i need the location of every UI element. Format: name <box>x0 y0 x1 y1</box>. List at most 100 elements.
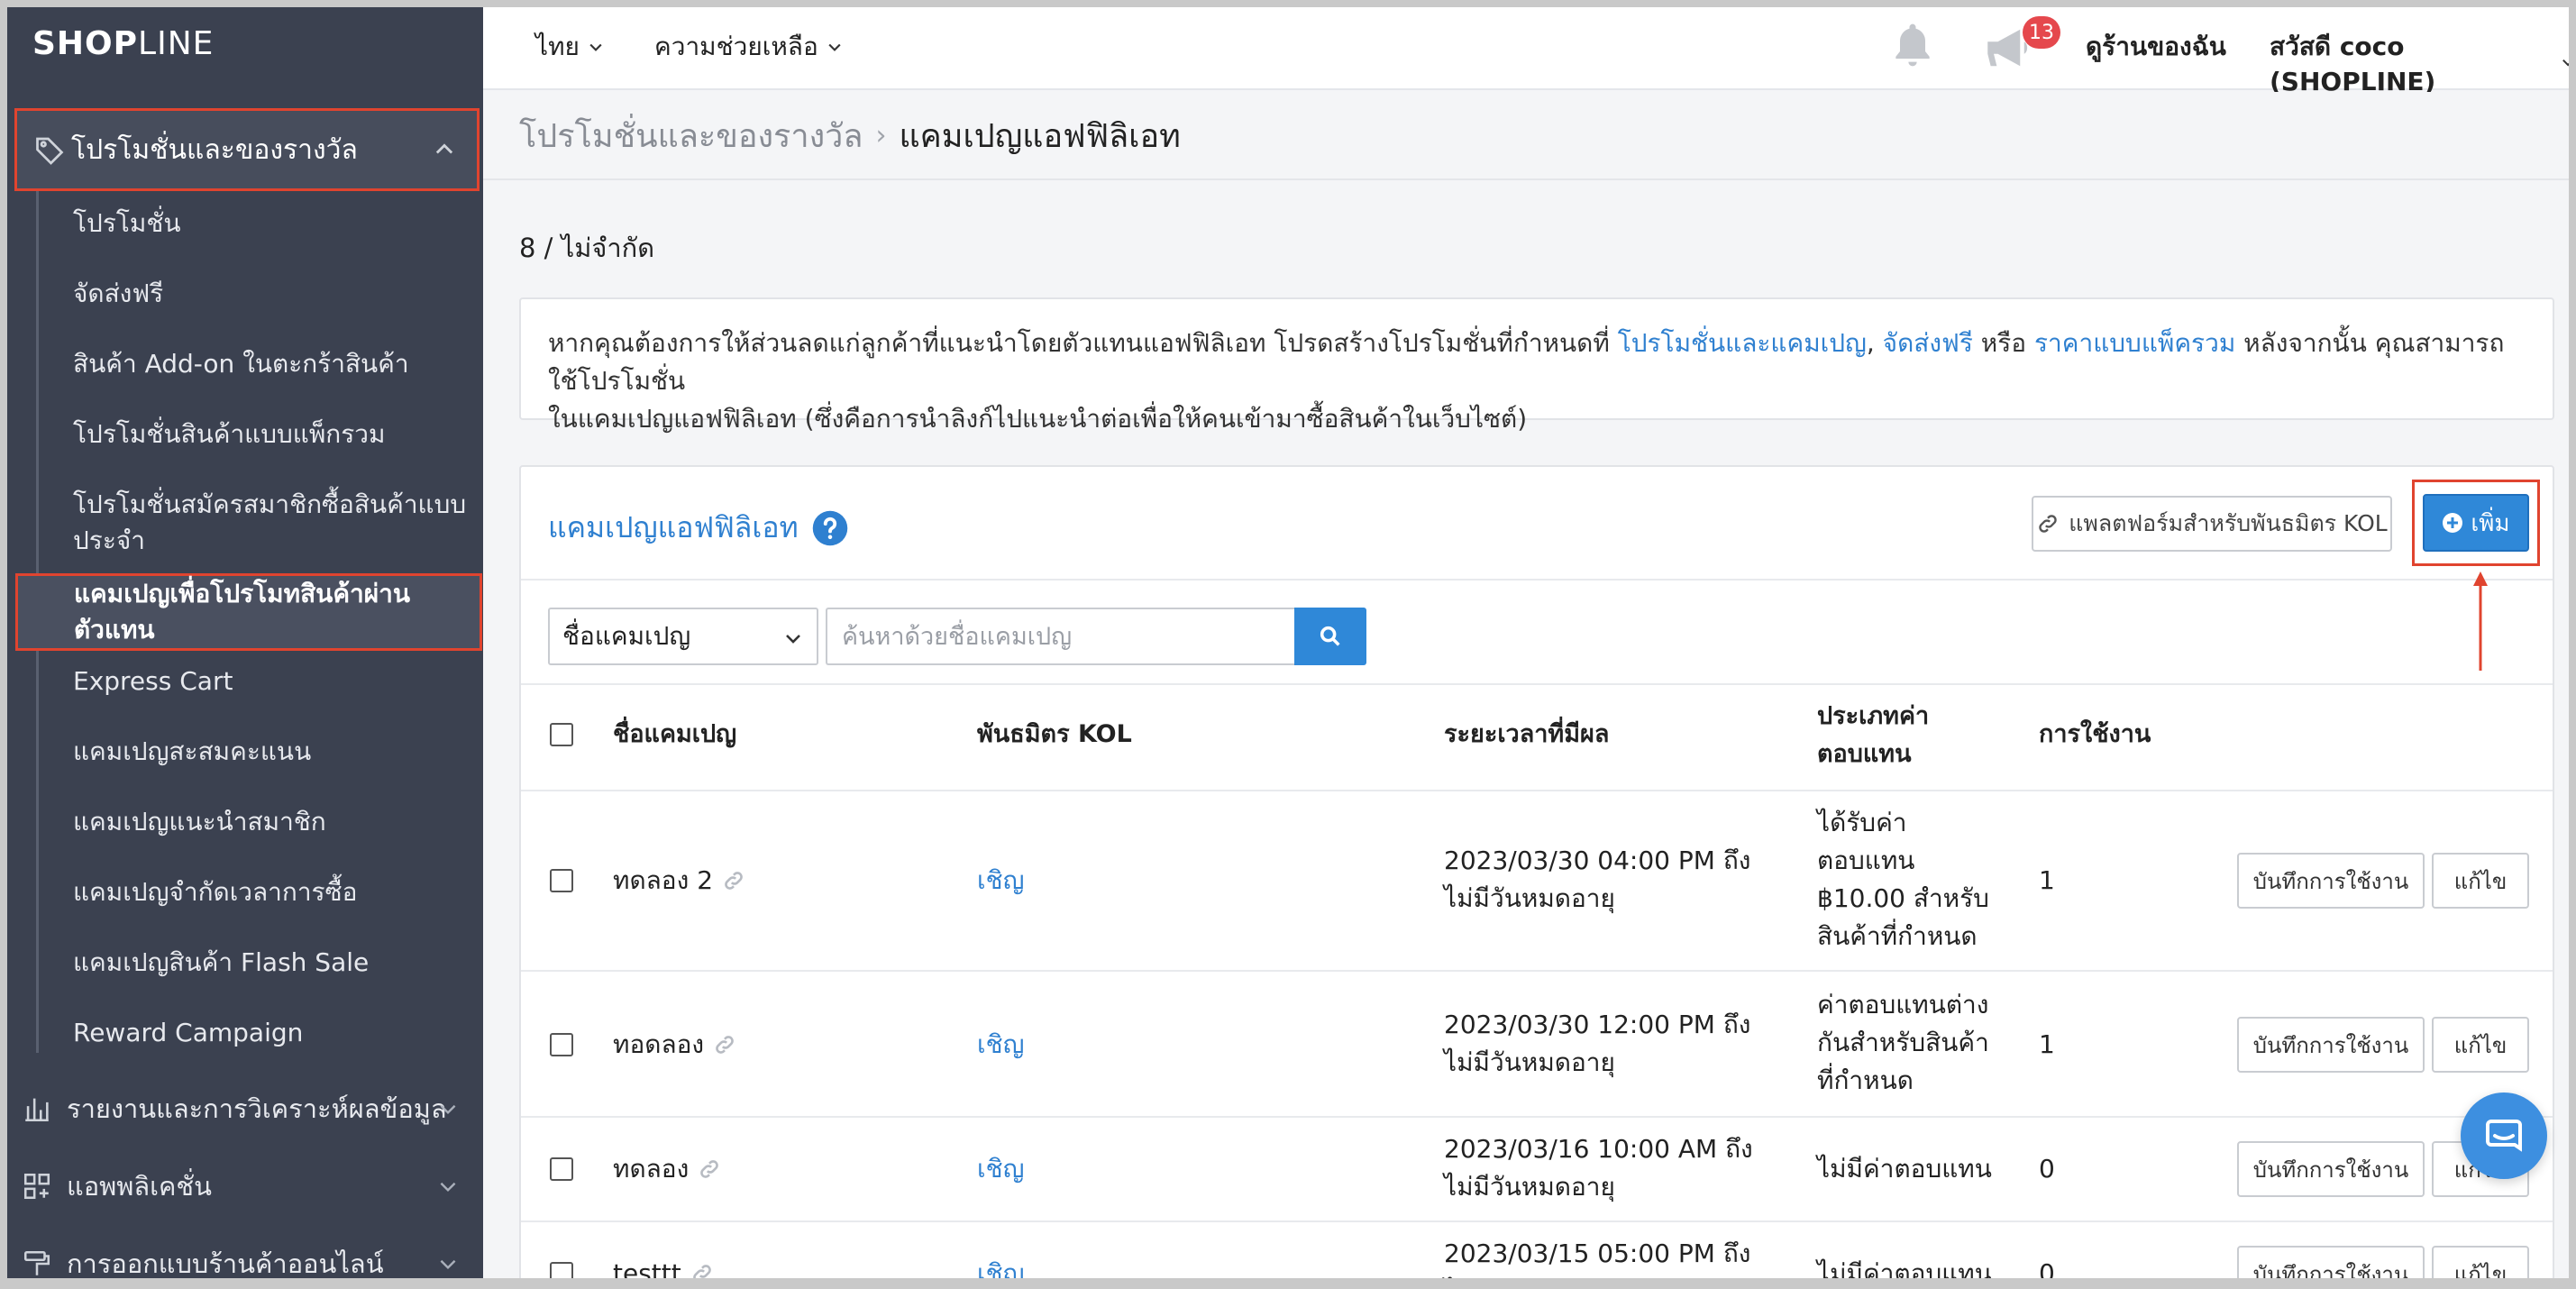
sidebar: SHOPLINE โปรโมชั่นและของรางวัล โปรโมชั่น… <box>0 0 483 1289</box>
chevron-up-icon <box>435 143 453 154</box>
kol-invite-link[interactable]: เชิญ <box>977 1026 1024 1064</box>
reward-line: ตอบแทน <box>1817 846 1915 875</box>
search-icon <box>1320 626 1340 646</box>
sidebar-item-affiliate[interactable]: แคมเปญเพื่อโปรโมทสินค้าผ่านตัวแทน <box>15 573 482 651</box>
add-label: เพิ่ม <box>2471 509 2510 537</box>
period-start: 2023/03/16 10:00 AM ถึง <box>1444 1134 1753 1164</box>
table-divider <box>521 1116 2553 1118</box>
row-checkbox[interactable] <box>550 869 573 892</box>
reward-type: ไม่มีค่าตอบแทน <box>1817 1154 1992 1184</box>
link-icon[interactable] <box>713 1033 736 1056</box>
chevron-down-icon <box>440 1259 456 1270</box>
usage-log-button[interactable]: บันทึกการใช้งาน <box>2237 1017 2425 1073</box>
link-icon[interactable] <box>722 869 745 892</box>
usage-count: 1 <box>2039 1029 2055 1059</box>
sidebar-item-affiliate-label: แคมเปญเพื่อโปรโมทสินค้าผ่านตัวแทน <box>74 579 411 644</box>
sidebar-item-bundle[interactable]: โปรโมชั่นสินค้าแบบแพ็กรวม <box>39 416 482 453</box>
chevron-down-icon <box>440 1104 456 1115</box>
language-dropdown[interactable]: ไทย <box>535 27 605 67</box>
usage-log-button[interactable]: บันทึกการใช้งาน <box>2237 1141 2425 1197</box>
bell-icon[interactable] <box>1887 20 1938 70</box>
info-comma: , <box>1866 328 1883 358</box>
sidebar-item-subscription[interactable]: โปรโมชั่นสมัครสมาชิกซื้อสินค้าแบบประจำ <box>39 487 471 559</box>
edit-button[interactable]: แก้ไข <box>2432 1017 2529 1073</box>
add-campaign-button[interactable]: เพิ่ม <box>2423 494 2529 552</box>
sidebar-item-referral[interactable]: แคมเปญแนะนำสมาชิก <box>39 804 482 840</box>
validity-period: 2023/03/30 04:00 PM ถึง ไม่มีวันหมดอายุ <box>1444 842 1750 918</box>
sidebar-item-points[interactable]: แคมเปญสะสมคะแนน <box>39 734 482 770</box>
campaign-name: ทดลอง 2 <box>613 862 745 900</box>
row-checkbox[interactable] <box>550 1262 573 1285</box>
kol-invite-link[interactable]: เชิญ <box>977 862 1024 900</box>
link-icon[interactable] <box>698 1157 721 1181</box>
reward-type: ได้รับค่า ตอบแทน ฿10.00 สำหรับ สินค้าที่… <box>1817 804 1989 955</box>
chevron-down-icon <box>828 43 841 51</box>
search-input[interactable] <box>826 608 1294 665</box>
search-button[interactable] <box>1294 608 1366 665</box>
filter-select[interactable]: ชื่อแคมเปญ <box>548 608 818 665</box>
breadcrumb-parent[interactable]: โปรโมชั่นและของรางวัล <box>519 110 863 161</box>
sidebar-item-limited-time[interactable]: แคมเปญจำกัดเวลาการซื้อ <box>39 874 482 910</box>
affiliate-campaign-card: แคมเปญแอฟฟิลิเอท แพลตฟอร์มสำหรับพันธมิตร… <box>519 465 2554 1289</box>
column-header-period[interactable]: ระยะเวลาที่มีผล <box>1444 716 1609 754</box>
link-icon[interactable] <box>690 1262 714 1285</box>
campaign-name: testtt <box>613 1255 714 1289</box>
chevron-down-icon <box>440 1182 456 1193</box>
kol-invite-link[interactable]: เชิญ <box>977 1255 1024 1289</box>
sidebar-section-design[interactable]: การออกแบบร้านค้าออนไลน์ <box>14 1228 480 1289</box>
column-header-reward-type[interactable]: ประเภทค่า ตอบแทน <box>1817 698 1929 773</box>
free-shipping-link[interactable]: จัดส่งฟรี <box>1883 328 1973 358</box>
shopline-logo[interactable]: SHOPLINE <box>32 25 214 62</box>
edit-button[interactable]: แก้ไข <box>2432 853 2529 909</box>
period-start: 2023/03/30 04:00 PM ถึง <box>1444 846 1751 875</box>
chat-icon <box>2486 1120 2522 1152</box>
help-label: ความช่วยเหลือ <box>654 32 818 61</box>
filter-selected-value: ชื่อแคมเปญ <box>562 621 691 651</box>
sidebar-item-addon[interactable]: สินค้า Add-on ในตะกร้าสินค้า <box>39 346 482 382</box>
paint-roller-icon <box>23 1250 50 1275</box>
period-end: ไม่มีวันหมดอายุ <box>1444 1273 1750 1289</box>
reward-line: ค่าตอบแทนต่าง <box>1817 990 1989 1019</box>
column-header-name[interactable]: ชื่อแคมเปญ <box>613 716 736 754</box>
view-my-store-link[interactable]: ดูร้านของฉัน <box>2086 27 2226 67</box>
info-line-1: หากคุณต้องการให้ส่วนลดแก่ลูกค้าที่แนะนำโ… <box>548 325 2526 400</box>
chat-support-button[interactable] <box>2461 1092 2547 1179</box>
reward-line: กันสำหรับสินค้า <box>1817 1028 1989 1057</box>
sidebar-section-reports-label: รายงานและการวิเคราะห์ผลข้อมูล <box>67 1093 447 1124</box>
column-header-reward-type-line2: ตอบแทน <box>1817 740 1912 768</box>
sidebar-item-free-shipping[interactable]: จัดส่งฟรี <box>39 276 482 312</box>
user-menu-dropdown[interactable]: สวัสดี coco (SHOPLINE) <box>2270 27 2576 96</box>
sidebar-section-design-label: การออกแบบร้านค้าออนไลน์ <box>67 1248 384 1279</box>
edit-button[interactable]: แก้ไข <box>2432 1246 2529 1289</box>
kol-invite-link[interactable]: เชิญ <box>977 1150 1024 1188</box>
top-bar: ไทย ความช่วยเหลือ 13 ดูร้านของฉัน สวัสดี… <box>483 0 2576 96</box>
question-circle-icon[interactable] <box>811 509 849 547</box>
row-checkbox[interactable] <box>550 1157 573 1181</box>
sidebar-section-apps[interactable]: แอพพลิเคชั่น <box>14 1150 480 1222</box>
bundle-price-link[interactable]: ราคาแบบแพ็ครวม <box>2034 328 2235 358</box>
column-header-usage[interactable]: การใช้งาน <box>2039 716 2151 754</box>
card-divider <box>521 683 2553 685</box>
sidebar-item-flash-sale[interactable]: แคมเปญสินค้า Flash Sale <box>39 945 482 981</box>
row-checkbox[interactable] <box>550 1033 573 1056</box>
sidebar-section-promotions[interactable]: โปรโมชั่นและของรางวัล <box>14 108 480 191</box>
promotions-campaign-link[interactable]: โปรโมชั่นและแคมเปญ <box>1618 328 1867 358</box>
usage-log-button[interactable]: บันทึกการใช้งาน <box>2237 1246 2425 1289</box>
sidebar-section-reports[interactable]: รายงานและการวิเคราะห์ผลข้อมูล <box>14 1073 480 1145</box>
help-dropdown[interactable]: ความช่วยเหลือ <box>654 27 844 67</box>
sidebar-item-reward-campaign[interactable]: Reward Campaign <box>39 1015 482 1051</box>
sidebar-item-promotions[interactable]: โปรโมชั่น <box>39 206 482 242</box>
usage-count: 0 <box>2039 1258 2055 1288</box>
language-label: ไทย <box>535 32 580 61</box>
kol-platform-button[interactable]: แพลตฟอร์มสำหรับพันธมิตร KOL <box>2032 496 2392 552</box>
sidebar-item-express-cart[interactable]: Express Cart <box>39 663 482 699</box>
reward-line: ที่กำหนด <box>1817 1065 1914 1095</box>
usage-log-button[interactable]: บันทึกการใช้งาน <box>2237 853 2425 909</box>
period-end: ไม่มีวันหมดอายุ <box>1444 1047 1615 1077</box>
card-title-label: แคมเปญแอฟฟิลิเอท <box>548 510 799 544</box>
select-all-checkbox[interactable] <box>550 723 573 746</box>
usage-count: 0 <box>2039 1154 2055 1184</box>
sidebar-section-apps-label: แอพพลิเคชั่น <box>67 1171 212 1202</box>
column-header-kol[interactable]: พันธมิตร KOL <box>977 716 1132 754</box>
campaign-name-text: ทอดลอง <box>613 1029 705 1059</box>
